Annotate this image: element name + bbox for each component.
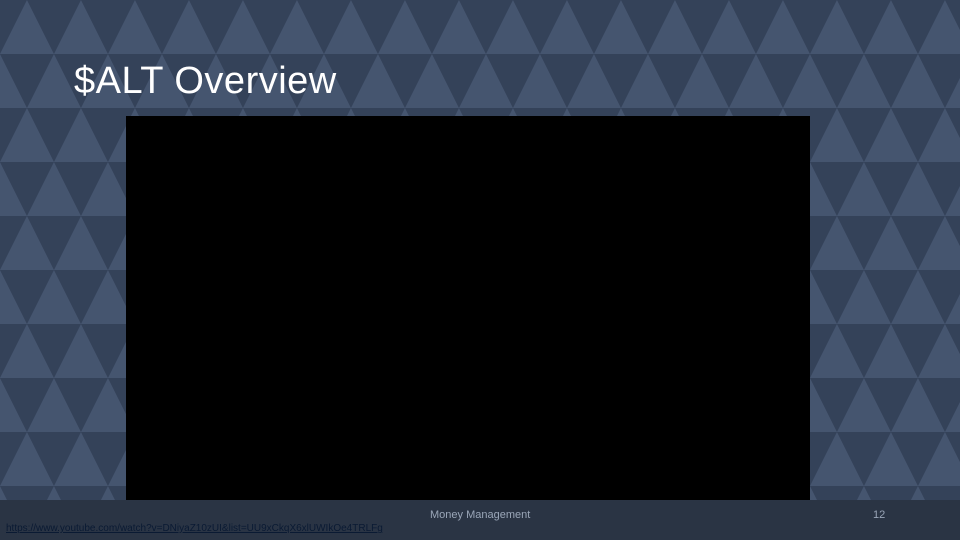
page-number: 12 xyxy=(873,509,886,521)
footer-text: Money Management xyxy=(430,509,531,521)
slide: $ALT Overview Money Management 12 https:… xyxy=(0,0,960,540)
video-link[interactable]: https://www.youtube.com/watch?v=DNiyaZ10… xyxy=(6,523,383,535)
slide-title: $ALT Overview xyxy=(74,60,337,102)
embedded-video[interactable] xyxy=(126,116,810,501)
